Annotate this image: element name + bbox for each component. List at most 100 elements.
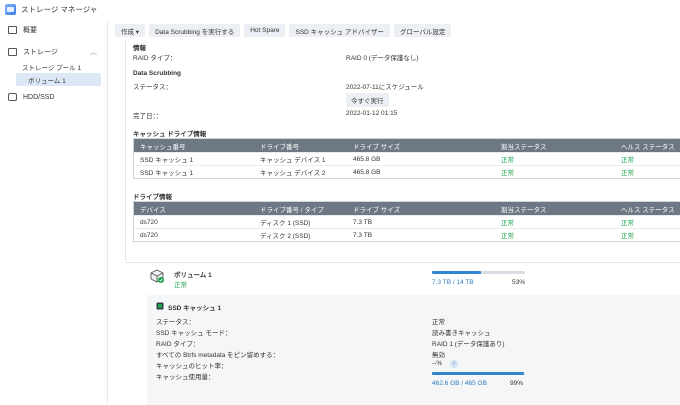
volume-detail-panel: 情報 RAID タイプ： RAID 0 (データ保護なし) Data Scrub… bbox=[125, 40, 680, 260]
scrubbing-status-label: ステータス： bbox=[133, 84, 172, 91]
table-row[interactable]: ds720 ディスク 2 (SSD) 7.3 TB 正常 正常 bbox=[134, 228, 680, 241]
health-cell: 正常 bbox=[621, 157, 634, 164]
cache-raid-label: RAID タイプ： bbox=[156, 341, 200, 348]
cell: キャッシュ デバイス 1 bbox=[260, 157, 326, 164]
sidebar-item-label: HDD/SSD bbox=[23, 93, 55, 101]
volume-status: 正常 bbox=[174, 282, 187, 289]
info-heading: 情報 bbox=[133, 45, 146, 52]
column-header: キャッシュ番号 bbox=[140, 143, 186, 151]
info-icon[interactable]: i bbox=[450, 360, 458, 368]
cache-usage-label: キャッシュ使用量： bbox=[156, 374, 215, 381]
cell: ディスク 1 (SSD) bbox=[260, 220, 311, 227]
status-cell: 正常 bbox=[501, 157, 514, 164]
cell: SSD キャッシュ 1 bbox=[140, 157, 194, 164]
column-header: ヘルス ステータス bbox=[621, 206, 675, 214]
sidebar: 概要 ストレージ ︿ ストレージ プール 1 ボリューム 1 HDD/SSD bbox=[0, 22, 108, 404]
volume-icon bbox=[150, 269, 164, 283]
status-cell: 正常 bbox=[501, 220, 514, 227]
run-now-button[interactable]: 今すぐ実行 bbox=[346, 93, 389, 107]
btrfs-pin-label: すべての Btrfs metadata をピン留めする： bbox=[156, 352, 280, 359]
cell: 465.8 GB bbox=[353, 168, 381, 176]
cell: 7.3 TB bbox=[353, 231, 373, 239]
cache-mode-value: 読み書きキャッシュ bbox=[432, 330, 491, 337]
cache-usage-bar bbox=[432, 372, 525, 375]
cell: 465.8 GB bbox=[353, 155, 381, 163]
hdd-icon bbox=[8, 93, 17, 101]
column-header: ドライブ番号 / タイプ bbox=[260, 206, 324, 214]
app-title: ストレージ マネージャ bbox=[21, 4, 98, 14]
storage-icon bbox=[8, 48, 17, 56]
cache-status-value: 正常 bbox=[432, 319, 445, 326]
table-header: キャッシュ番号 ドライブ番号 ドライブ サイズ 割当ステータス ヘルス ステータ… bbox=[134, 139, 680, 152]
sidebar-item-label: ストレージ bbox=[23, 49, 58, 56]
cache-raid-value: RAID 1 (データ保護あり) bbox=[432, 341, 505, 348]
hit-rate-label: キャッシュのヒット率： bbox=[156, 363, 228, 370]
volume-usage-percent: 53% bbox=[512, 279, 526, 286]
cell: ds720 bbox=[140, 218, 158, 226]
column-header: 割当ステータス bbox=[501, 143, 547, 151]
status-cell: 正常 bbox=[501, 170, 514, 177]
volume-usage-bar bbox=[432, 271, 525, 274]
create-button[interactable]: 作成 ▾ bbox=[115, 24, 146, 37]
status-cell: 正常 bbox=[501, 233, 514, 240]
health-cell: 正常 bbox=[621, 220, 634, 227]
volume-name: ボリューム 1 bbox=[174, 272, 212, 279]
ssd-cache-panel: SSD キャッシュ 1 ステータス： 正常 SSD キャッシュ モード： 読み書… bbox=[147, 295, 680, 405]
cache-drive-table: キャッシュ番号 ドライブ番号 ドライブ サイズ 割当ステータス ヘルス ステータ… bbox=[133, 138, 680, 179]
overview-icon bbox=[8, 26, 17, 34]
sidebar-item-volume[interactable]: ボリューム 1 bbox=[16, 73, 101, 86]
health-cell: 正常 bbox=[621, 170, 634, 177]
global-settings-button[interactable]: グローバル設定 bbox=[393, 24, 452, 37]
hot-spare-button[interactable]: Hot Spare bbox=[244, 24, 286, 37]
raid-type-label: RAID タイプ： bbox=[133, 55, 177, 62]
cell: SSD キャッシュ 1 bbox=[140, 170, 194, 177]
chevron-up-icon[interactable]: ︿ bbox=[90, 47, 97, 57]
ssd-cache-title: SSD キャッシュ 1 bbox=[168, 305, 222, 312]
completed-label: 完了日：： bbox=[133, 113, 163, 120]
title-bar: ストレージ マネージャ bbox=[0, 0, 680, 18]
cell: キャッシュ デバイス 2 bbox=[260, 170, 326, 177]
column-header: ドライブ サイズ bbox=[353, 206, 401, 214]
cache-usage-percent: 99% bbox=[510, 380, 524, 387]
column-header: 割当ステータス bbox=[501, 206, 547, 214]
cell: ds720 bbox=[140, 231, 158, 239]
cache-drives-heading: キャッシュ ドライブ情報 bbox=[133, 131, 207, 138]
ssd-cache-icon bbox=[156, 302, 164, 310]
raid-type-value: RAID 0 (データ保護なし) bbox=[346, 55, 419, 62]
sidebar-item-label: ストレージ プール 1 bbox=[22, 64, 82, 72]
cell: ディスク 2 (SSD) bbox=[260, 233, 311, 240]
cache-usage-text: 462.6 GB / 465 GB bbox=[432, 380, 487, 387]
column-header: ヘルス ステータス bbox=[621, 143, 675, 151]
cache-usage-fill bbox=[432, 372, 525, 375]
sidebar-item-storage[interactable]: ストレージ ︿ bbox=[0, 44, 107, 60]
cache-status-label: ステータス： bbox=[156, 319, 195, 326]
table-row[interactable]: SSD キャッシュ 1 キャッシュ デバイス 2 465.8 GB 正常 正常 bbox=[134, 165, 680, 178]
scrubbing-status-value: 2022-07-11にスケジュール bbox=[346, 84, 424, 91]
volume-summary: ボリューム 1 正常 7.3 TB / 14 TB 53% SSD キャッシュ … bbox=[125, 262, 680, 405]
sidebar-item-label: ボリューム 1 bbox=[28, 77, 66, 85]
ssd-cache-advisor-button[interactable]: SSD キャッシュ アドバイザー bbox=[289, 24, 390, 37]
sidebar-item-overview[interactable]: 概要 bbox=[0, 22, 107, 38]
sidebar-item-hdd[interactable]: HDD/SSD bbox=[0, 89, 107, 105]
cache-mode-label: SSD キャッシュ モード： bbox=[156, 330, 232, 337]
storage-manager-icon bbox=[5, 3, 16, 15]
drive-table: デバイス ドライブ番号 / タイプ ドライブ サイズ 割当ステータス ヘルス ス… bbox=[133, 201, 680, 242]
table-row[interactable]: SSD キャッシュ 1 キャッシュ デバイス 1 465.8 GB 正常 正常 bbox=[134, 152, 680, 165]
completed-value: 2022-01-12 01:15 bbox=[346, 110, 398, 117]
sidebar-item-pool[interactable]: ストレージ プール 1 bbox=[0, 60, 107, 73]
health-cell: 正常 bbox=[621, 233, 634, 240]
toolbar: 作成 ▾ Data Scrubbing を実行する Hot Spare SSD … bbox=[115, 24, 452, 38]
scrubbing-heading: Data Scrubbing bbox=[133, 70, 182, 77]
column-header: ドライブ番号 bbox=[260, 143, 299, 151]
cell: 7.3 TB bbox=[353, 218, 373, 226]
drives-heading: ドライブ情報 bbox=[133, 194, 172, 201]
table-header: デバイス ドライブ番号 / タイプ ドライブ サイズ 割当ステータス ヘルス ス… bbox=[134, 202, 680, 215]
column-header: デバイス bbox=[140, 206, 166, 214]
volume-usage-text: 7.3 TB / 14 TB bbox=[432, 279, 474, 286]
sidebar-item-label: 概要 bbox=[23, 27, 37, 34]
column-header: ドライブ サイズ bbox=[353, 143, 401, 151]
run-scrubbing-button[interactable]: Data Scrubbing を実行する bbox=[149, 24, 241, 37]
btrfs-pin-value: 無効 bbox=[432, 352, 445, 359]
table-row[interactable]: ds720 ディスク 1 (SSD) 7.3 TB 正常 正常 bbox=[134, 215, 680, 228]
hit-rate-value: --% bbox=[432, 360, 443, 367]
